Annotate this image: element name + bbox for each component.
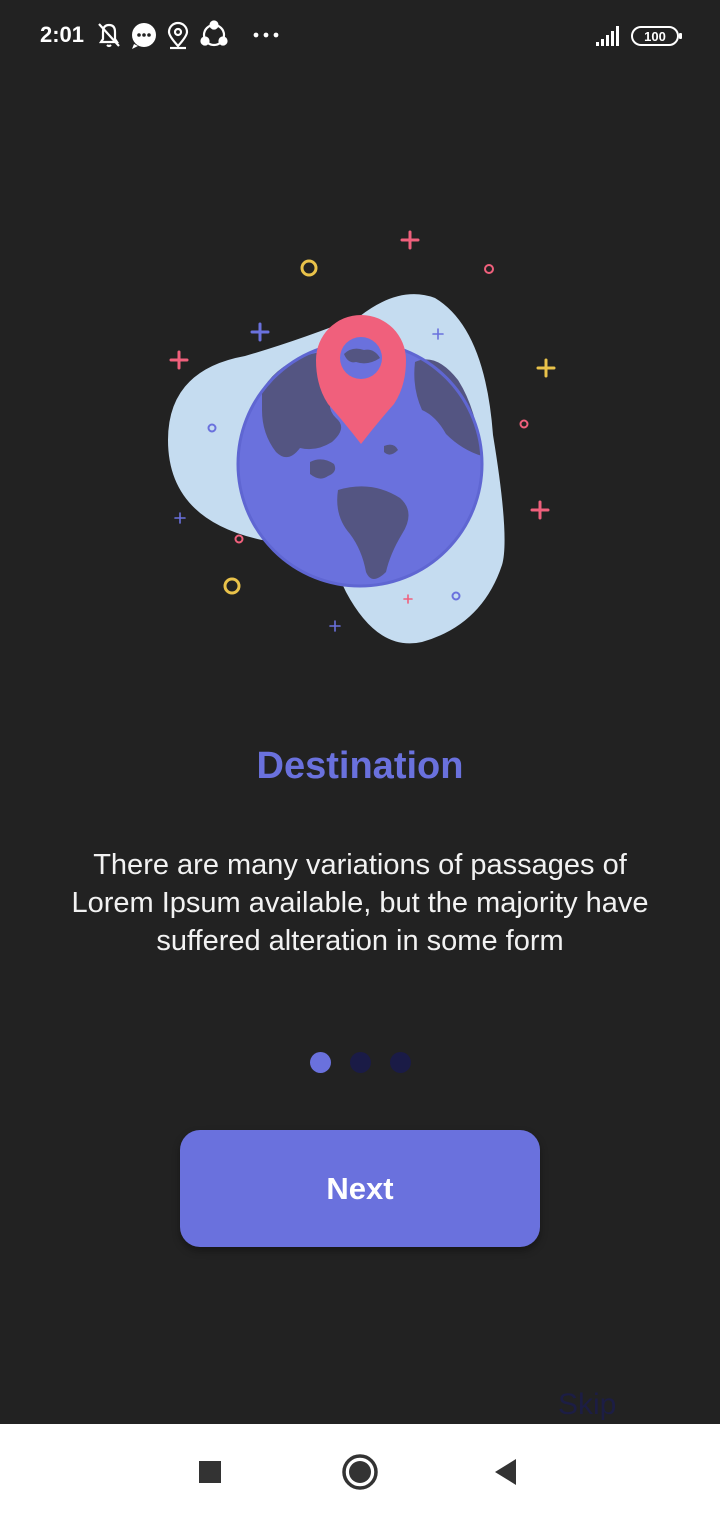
message-icon xyxy=(132,23,156,49)
status-time: 2:01 xyxy=(40,22,85,47)
more-dots-icon xyxy=(253,32,279,38)
recents-square-icon[interactable] xyxy=(188,1450,232,1494)
sparkle-plus-small-4 xyxy=(329,620,341,632)
status-icons-right: 100 xyxy=(596,26,682,46)
sparkle-plus-1 xyxy=(400,230,420,250)
status-bar: 2:01 100 xyxy=(0,0,720,72)
page-dot-3[interactable] xyxy=(389,1052,411,1073)
next-button[interactable]: Next xyxy=(180,1130,540,1247)
battery-icon: 100 xyxy=(631,26,682,46)
page-dot-2[interactable] xyxy=(349,1052,371,1073)
sparkle-ring-6 xyxy=(234,534,244,544)
share-icon xyxy=(200,20,228,47)
status-icons-left xyxy=(98,20,279,50)
sparkle-ring-5 xyxy=(519,419,529,429)
notifications-off-icon xyxy=(98,23,120,48)
page-indicator xyxy=(0,1052,720,1074)
signal-icon xyxy=(596,26,619,46)
sparkle-ring-2 xyxy=(223,577,241,595)
battery-level: 100 xyxy=(644,29,666,44)
sparkle-plus-small-2 xyxy=(174,512,186,524)
skip-link[interactable]: Skip xyxy=(558,1386,616,1424)
navigation-bar xyxy=(0,1424,720,1520)
globe-location-pin-icon xyxy=(168,230,556,644)
page-description: There are many variations of passages of… xyxy=(71,849,649,957)
sparkle-plus-3 xyxy=(169,350,189,370)
sparkle-plus-2 xyxy=(250,322,270,342)
page-dot-1[interactable] xyxy=(309,1052,331,1073)
sparkle-plus-5 xyxy=(530,500,550,520)
sparkle-plus-4 xyxy=(536,358,556,378)
back-triangle-icon[interactable] xyxy=(486,1450,530,1494)
sparkle-ring-3 xyxy=(484,264,494,274)
sparkle-ring-1 xyxy=(300,259,318,277)
location-icon xyxy=(167,21,189,50)
home-circle-icon[interactable] xyxy=(338,1450,382,1494)
page-title: Destination xyxy=(256,745,464,787)
